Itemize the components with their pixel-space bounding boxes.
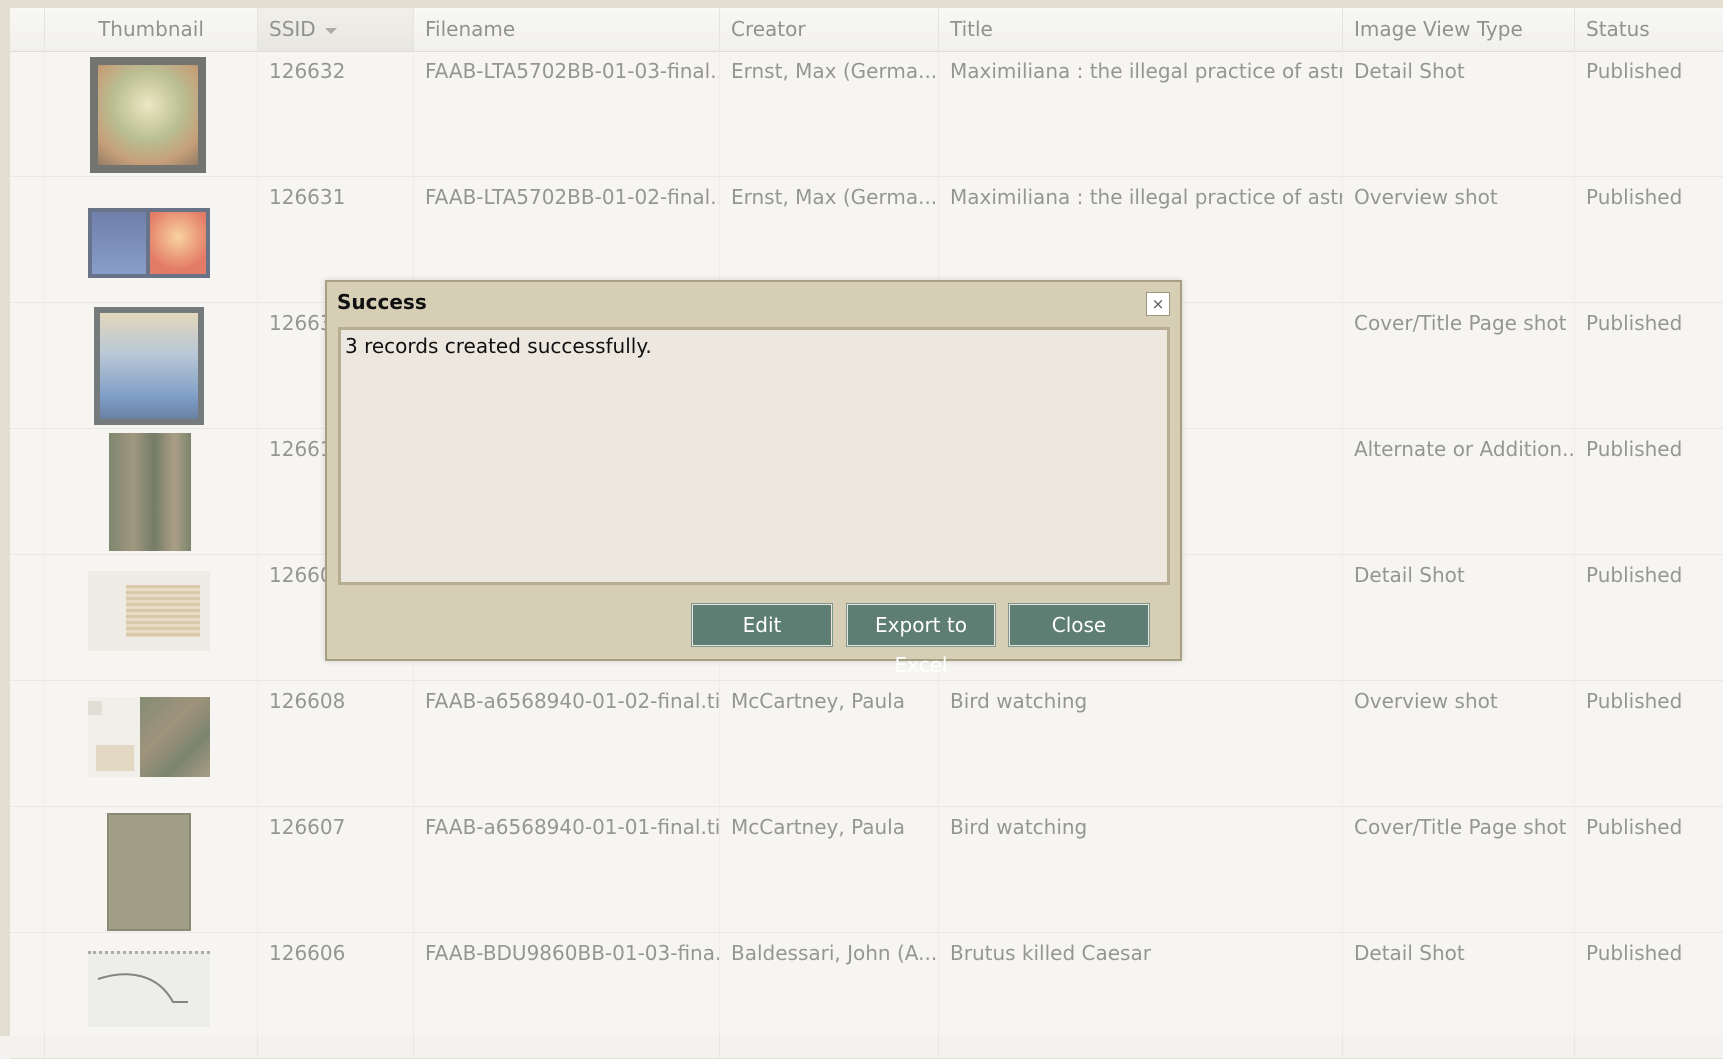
success-dialog: Success × 3 records created successfully… [325,280,1182,677]
edit-button[interactable]: Edit [691,603,833,647]
export-to-excel-button[interactable]: Export to Excel [846,603,996,677]
close-button[interactable]: Close [1008,603,1150,647]
dialog-title: Success [337,290,427,314]
close-icon[interactable]: × [1146,292,1170,316]
dialog-message: 3 records created successfully. [338,327,1170,585]
